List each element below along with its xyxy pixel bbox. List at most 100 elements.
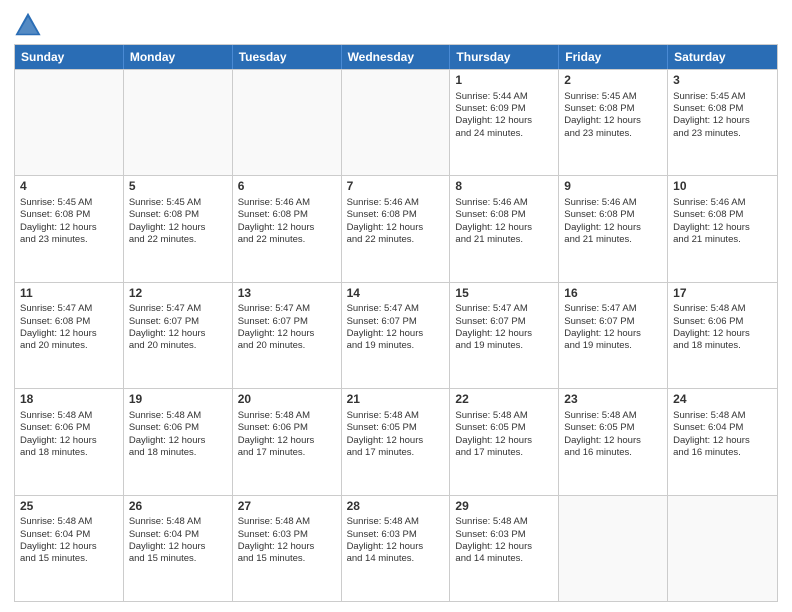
calendar-cell-2: 2 Sunrise: 5:45 AM Sunset: 6:08 PM Daylig… [559, 70, 668, 175]
day-info: Sunrise: 5:48 AM Sunset: 6:06 PM Dayligh… [20, 410, 97, 458]
day-info: Sunrise: 5:47 AM Sunset: 6:07 PM Dayligh… [129, 303, 206, 351]
calendar-cell-13: 13Sunrise: 5:47 AM Sunset: 6:07 PM Dayli… [233, 283, 342, 388]
day-number: 14 [347, 286, 445, 302]
day-info: Sunrise: 5:48 AM Sunset: 6:03 PM Dayligh… [455, 516, 532, 564]
day-info: Sunrise: 5:48 AM Sunset: 6:05 PM Dayligh… [347, 410, 424, 458]
day-number: 18 [20, 392, 118, 408]
day-info: Sunrise: 5:47 AM Sunset: 6:07 PM Dayligh… [455, 303, 532, 351]
day-info: Sunrise: 5:48 AM Sunset: 6:03 PM Dayligh… [238, 516, 315, 564]
day-info: Sunrise: 5:48 AM Sunset: 6:03 PM Dayligh… [347, 516, 424, 564]
calendar-cell-21: 21 Sunrise: 5:48 AM Sunset: 6:05 PM Dayli… [342, 389, 451, 494]
day-info: Sunrise: 5:46 AM Sunset: 6:08 PM Dayligh… [238, 197, 315, 245]
calendar-cell-11: 11Sunrise: 5:47 AM Sunset: 6:08 PM Dayli… [15, 283, 124, 388]
day-number: 4 [20, 179, 118, 195]
calendar-header: SundayMondayTuesdayWednesdayThursdayFrid… [15, 45, 777, 69]
day-number: 9 [564, 179, 662, 195]
day-number: 7 [347, 179, 445, 195]
header-day-monday: Monday [124, 45, 233, 69]
calendar-cell-8: 8 Sunrise: 5:46 AM Sunset: 6:08 PM Daylig… [450, 176, 559, 281]
calendar-row-1: 4Sunrise: 5:45 AM Sunset: 6:08 PM Daylig… [15, 175, 777, 281]
calendar-cell-14: 14Sunrise: 5:47 AM Sunset: 6:07 PM Dayli… [342, 283, 451, 388]
day-info: Sunrise: 5:45 AM Sunset: 6:08 PM Dayligh… [564, 91, 641, 139]
calendar-cell-7: 7 Sunrise: 5:46 AM Sunset: 6:08 PM Daylig… [342, 176, 451, 281]
day-info: Sunrise: 5:44 AM Sunset: 6:09 PM Dayligh… [455, 91, 532, 139]
day-info: Sunrise: 5:48 AM Sunset: 6:06 PM Dayligh… [238, 410, 315, 458]
calendar-cell-16: 16Sunrise: 5:47 AM Sunset: 6:07 PM Dayli… [559, 283, 668, 388]
calendar-cell-5: 5Sunrise: 5:45 AM Sunset: 6:08 PM Daylig… [124, 176, 233, 281]
day-number: 17 [673, 286, 772, 302]
calendar-body: 1 Sunrise: 5:44 AM Sunset: 6:09 PM Daylig… [15, 69, 777, 601]
day-number: 10 [673, 179, 772, 195]
day-info: Sunrise: 5:48 AM Sunset: 6:06 PM Dayligh… [129, 410, 206, 458]
calendar-row-4: 25Sunrise: 5:48 AM Sunset: 6:04 PM Dayli… [15, 495, 777, 601]
day-number: 19 [129, 392, 227, 408]
calendar-cell-29: 29Sunrise: 5:48 AM Sunset: 6:03 PM Dayli… [450, 496, 559, 601]
day-number: 28 [347, 499, 445, 515]
day-number: 23 [564, 392, 662, 408]
day-info: Sunrise: 5:48 AM Sunset: 6:04 PM Dayligh… [20, 516, 97, 564]
day-number: 24 [673, 392, 772, 408]
day-number: 16 [564, 286, 662, 302]
day-info: Sunrise: 5:45 AM Sunset: 6:08 PM Dayligh… [673, 91, 750, 139]
day-number: 25 [20, 499, 118, 515]
day-number: 27 [238, 499, 336, 515]
day-info: Sunrise: 5:46 AM Sunset: 6:08 PM Dayligh… [347, 197, 424, 245]
day-number: 21 [347, 392, 445, 408]
calendar-cell-12: 12Sunrise: 5:47 AM Sunset: 6:07 PM Dayli… [124, 283, 233, 388]
day-info: Sunrise: 5:47 AM Sunset: 6:07 PM Dayligh… [238, 303, 315, 351]
calendar-cell-23: 23Sunrise: 5:48 AM Sunset: 6:05 PM Dayli… [559, 389, 668, 494]
day-number: 8 [455, 179, 553, 195]
calendar-cell-26: 26Sunrise: 5:48 AM Sunset: 6:04 PM Dayli… [124, 496, 233, 601]
header-day-friday: Friday [559, 45, 668, 69]
calendar-row-3: 18 Sunrise: 5:48 AM Sunset: 6:06 PM Dayli… [15, 388, 777, 494]
header-day-thursday: Thursday [450, 45, 559, 69]
day-number: 26 [129, 499, 227, 515]
calendar-cell-18: 18 Sunrise: 5:48 AM Sunset: 6:06 PM Dayli… [15, 389, 124, 494]
calendar-cell-1: 1 Sunrise: 5:44 AM Sunset: 6:09 PM Daylig… [450, 70, 559, 175]
page: SundayMondayTuesdayWednesdayThursdayFrid… [0, 0, 792, 612]
day-number: 11 [20, 286, 118, 302]
day-number: 6 [238, 179, 336, 195]
header-day-wednesday: Wednesday [342, 45, 451, 69]
calendar-cell-17: 17Sunrise: 5:48 AM Sunset: 6:06 PM Dayli… [668, 283, 777, 388]
day-info: Sunrise: 5:48 AM Sunset: 6:04 PM Dayligh… [673, 410, 750, 458]
calendar-cell-10: 10Sunrise: 5:46 AM Sunset: 6:08 PM Dayli… [668, 176, 777, 281]
day-info: Sunrise: 5:48 AM Sunset: 6:06 PM Dayligh… [673, 303, 750, 351]
day-info: Sunrise: 5:48 AM Sunset: 6:04 PM Dayligh… [129, 516, 206, 564]
calendar-cell-24: 24 Sunrise: 5:48 AM Sunset: 6:04 PM Dayli… [668, 389, 777, 494]
calendar-cell-9: 9 Sunrise: 5:46 AM Sunset: 6:08 PM Daylig… [559, 176, 668, 281]
calendar-cell-25: 25Sunrise: 5:48 AM Sunset: 6:04 PM Dayli… [15, 496, 124, 601]
calendar-cell-20: 20 Sunrise: 5:48 AM Sunset: 6:06 PM Dayli… [233, 389, 342, 494]
day-number: 12 [129, 286, 227, 302]
calendar-cell-6: 6 Sunrise: 5:46 AM Sunset: 6:08 PM Daylig… [233, 176, 342, 281]
day-number: 20 [238, 392, 336, 408]
day-info: Sunrise: 5:48 AM Sunset: 6:05 PM Dayligh… [455, 410, 532, 458]
day-number: 15 [455, 286, 553, 302]
day-info: Sunrise: 5:47 AM Sunset: 6:07 PM Dayligh… [347, 303, 424, 351]
day-info: Sunrise: 5:46 AM Sunset: 6:08 PM Dayligh… [564, 197, 641, 245]
calendar-cell-27: 27Sunrise: 5:48 AM Sunset: 6:03 PM Dayli… [233, 496, 342, 601]
header-day-saturday: Saturday [668, 45, 777, 69]
header-day-sunday: Sunday [15, 45, 124, 69]
calendar-cell-empty-0-3 [342, 70, 451, 175]
calendar-cell-3: 3Sunrise: 5:45 AM Sunset: 6:08 PM Daylig… [668, 70, 777, 175]
day-number: 13 [238, 286, 336, 302]
logo [14, 10, 46, 38]
day-number: 2 [564, 73, 662, 89]
logo-icon [14, 10, 42, 38]
calendar-cell-empty-0-1 [124, 70, 233, 175]
day-number: 1 [455, 73, 553, 89]
day-info: Sunrise: 5:47 AM Sunset: 6:08 PM Dayligh… [20, 303, 97, 351]
header [14, 10, 778, 38]
calendar-cell-empty-0-2 [233, 70, 342, 175]
calendar-cell-empty-4-5 [559, 496, 668, 601]
day-info: Sunrise: 5:47 AM Sunset: 6:07 PM Dayligh… [564, 303, 641, 351]
calendar-cell-empty-0-0 [15, 70, 124, 175]
calendar-cell-22: 22 Sunrise: 5:48 AM Sunset: 6:05 PM Dayli… [450, 389, 559, 494]
day-number: 22 [455, 392, 553, 408]
calendar-cell-15: 15Sunrise: 5:47 AM Sunset: 6:07 PM Dayli… [450, 283, 559, 388]
header-day-tuesday: Tuesday [233, 45, 342, 69]
calendar-row-2: 11Sunrise: 5:47 AM Sunset: 6:08 PM Dayli… [15, 282, 777, 388]
day-info: Sunrise: 5:46 AM Sunset: 6:08 PM Dayligh… [455, 197, 532, 245]
calendar-cell-28: 28Sunrise: 5:48 AM Sunset: 6:03 PM Dayli… [342, 496, 451, 601]
